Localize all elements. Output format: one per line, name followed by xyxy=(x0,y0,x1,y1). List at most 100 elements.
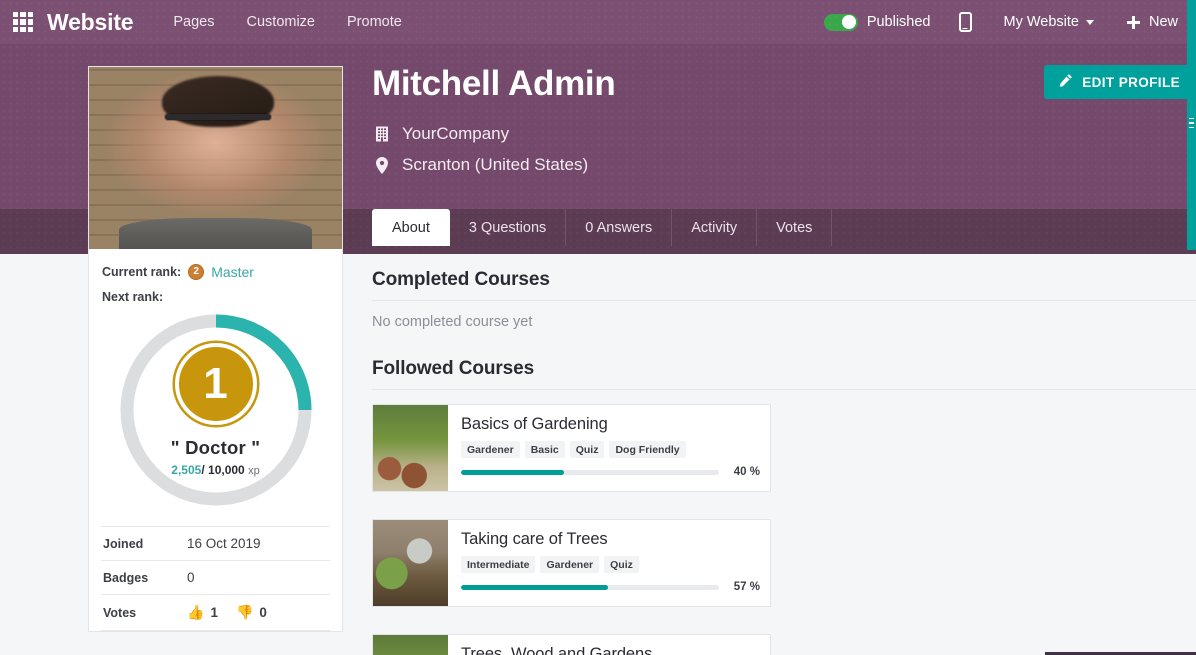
navbar-right-group: Published My Website New xyxy=(823,12,1196,32)
building-icon xyxy=(374,126,390,142)
course-title[interactable]: Basics of Gardening xyxy=(461,415,757,434)
profile-tabs: About 3 Questions 0 Answers Activity Vot… xyxy=(372,209,833,246)
course-title[interactable]: Trees, Wood and Gardens xyxy=(461,645,757,655)
navbar-left-group: Website Pages Customize Promote xyxy=(0,9,402,36)
course-progress-track xyxy=(461,584,719,590)
completed-courses-empty: No completed course yet xyxy=(372,314,533,330)
stat-label-badges: Badges xyxy=(103,570,149,585)
profile-location-label: Scranton (United States) xyxy=(402,155,589,174)
votes-up-count: 1 xyxy=(210,605,218,620)
chevron-down-icon xyxy=(1085,19,1094,25)
publish-label: Published xyxy=(866,14,931,30)
navbar-menu: Pages Customize Promote xyxy=(173,14,401,30)
avatar xyxy=(89,67,342,249)
publish-toggle[interactable]: Published xyxy=(823,13,931,31)
course-tag[interactable]: Gardener xyxy=(540,556,600,573)
course-progress-track xyxy=(461,469,719,475)
course-progress-fill xyxy=(461,584,609,590)
tab-votes[interactable]: Votes xyxy=(757,209,833,246)
top-navbar: Website Pages Customize Promote Publishe… xyxy=(0,0,1196,44)
votes-down-group: 👎 0 xyxy=(236,604,267,621)
editor-panel-toggle[interactable] xyxy=(1187,100,1196,146)
tab-activity[interactable]: Activity xyxy=(672,209,758,246)
hamburger-icon-line xyxy=(1189,126,1194,129)
plus-icon xyxy=(1126,15,1140,29)
pencil-icon xyxy=(1058,73,1073,91)
course-progress-row: 57 % xyxy=(461,581,760,593)
xp-current: 2,505 xyxy=(171,463,202,477)
tab-questions[interactable]: 3 Questions xyxy=(450,209,567,246)
stat-label-votes: Votes xyxy=(103,605,137,620)
new-button[interactable]: New xyxy=(1126,14,1178,30)
course-tag[interactable]: Dog Friendly xyxy=(609,441,686,458)
section-title-completed-courses: Completed Courses xyxy=(372,269,1196,301)
course-tag[interactable]: Intermediate xyxy=(461,556,536,573)
next-rank-title: " Doctor " xyxy=(170,437,261,458)
course-progress-label: 57 % xyxy=(733,581,760,593)
course-thumbnail xyxy=(373,635,448,655)
my-website-label: My Website xyxy=(1003,14,1079,30)
edit-profile-label: EDIT PROFILE xyxy=(1082,74,1180,90)
course-tag[interactable]: Quiz xyxy=(569,441,605,458)
next-rank-badge-icon: 1 xyxy=(174,343,257,425)
course-tags: Intermediate Gardener Quiz xyxy=(461,556,757,573)
course-progress-label: 40 % xyxy=(733,466,760,478)
next-rank-label: Next rank: xyxy=(102,290,164,304)
current-rank-row: Current rank: 2 Master xyxy=(102,264,329,280)
hamburger-icon-line xyxy=(1189,117,1194,120)
table-row: Votes 👍 1 👎 0 xyxy=(101,594,330,631)
course-tag[interactable]: Gardener xyxy=(461,441,520,458)
course-card-body: Trees, Wood and GardensCarpenterIntermed… xyxy=(448,635,770,655)
thumbs-down-icon: 👎 xyxy=(235,604,254,620)
votes-up-group: 👍 1 xyxy=(187,604,218,621)
xp-points: 2,505/ 10,000 xp xyxy=(141,463,291,477)
course-thumbnail xyxy=(373,405,448,491)
profile-stats-table: Joined 16 Oct 2019 Badges 0 Votes 👍 1 👎 … xyxy=(101,526,330,631)
website-profile-page: Website Pages Customize Promote Publishe… xyxy=(0,0,1196,655)
stat-value-badges: 0 xyxy=(187,570,195,585)
course-tag[interactable]: Quiz xyxy=(604,556,639,573)
map-marker-icon xyxy=(374,156,390,174)
stat-value-joined: 16 Oct 2019 xyxy=(187,536,261,551)
new-button-label: New xyxy=(1148,14,1178,30)
xp-unit: xp xyxy=(248,465,260,477)
publish-switch[interactable] xyxy=(823,13,858,31)
tab-about[interactable]: About xyxy=(372,209,450,246)
apps-grid-icon[interactable] xyxy=(13,12,33,32)
section-title-followed-courses: Followed Courses xyxy=(372,358,1196,390)
profile-location-row: Scranton (United States) xyxy=(374,155,588,175)
thumbs-up-icon: 👍 xyxy=(187,604,205,620)
course-progress-row: 40 % xyxy=(461,466,760,478)
course-thumbnail xyxy=(373,520,448,606)
nav-item-customize[interactable]: Customize xyxy=(247,14,316,30)
edit-profile-button[interactable]: EDIT PROFILE xyxy=(1044,65,1196,99)
followed-courses-grid: Basics of Gardening Gardener Basic Quiz Dog … xyxy=(372,404,1196,655)
rank-block: Current rank: 2 Master Next rank: xyxy=(89,249,342,304)
votes-down-count: 0 xyxy=(259,605,267,620)
xp-progress-widget: 1 " Doctor " 2,505/ 10,000 xp xyxy=(118,312,314,508)
course-title[interactable]: Taking care of Trees xyxy=(461,530,757,549)
nav-item-promote[interactable]: Promote xyxy=(347,14,402,30)
current-rank-name[interactable]: Master xyxy=(211,264,254,280)
table-row: Joined 16 Oct 2019 xyxy=(101,526,330,561)
stat-value-votes: 👍 1 👎 0 xyxy=(187,604,330,621)
table-row: Badges 0 xyxy=(101,560,330,595)
hamburger-icon-line xyxy=(1189,122,1194,124)
course-card[interactable]: Trees, Wood and GardensCarpenterIntermed… xyxy=(372,634,771,655)
tab-answers[interactable]: 0 Answers xyxy=(566,209,673,246)
my-website-dropdown[interactable]: My Website xyxy=(1004,14,1094,30)
nav-item-pages[interactable]: Pages xyxy=(173,14,214,30)
current-rank-label: Current rank: xyxy=(102,265,182,279)
course-card-body: Basics of Gardening Gardener Basic Quiz Dog … xyxy=(448,405,770,491)
course-tag[interactable]: Basic xyxy=(524,441,565,458)
course-card[interactable]: Basics of Gardening Gardener Basic Quiz Dog … xyxy=(372,404,771,492)
page-title: Mitchell Admin xyxy=(372,64,616,103)
course-tags: Gardener Basic Quiz Dog Friendly xyxy=(461,441,757,458)
xp-total: 10,000 xyxy=(208,463,245,477)
app-brand-website[interactable]: Website xyxy=(47,9,134,36)
xp-separator: / xyxy=(201,463,205,477)
course-card[interactable]: Taking care of Trees Intermediate Gardener… xyxy=(372,519,771,607)
mobile-phone-icon[interactable] xyxy=(958,12,972,32)
